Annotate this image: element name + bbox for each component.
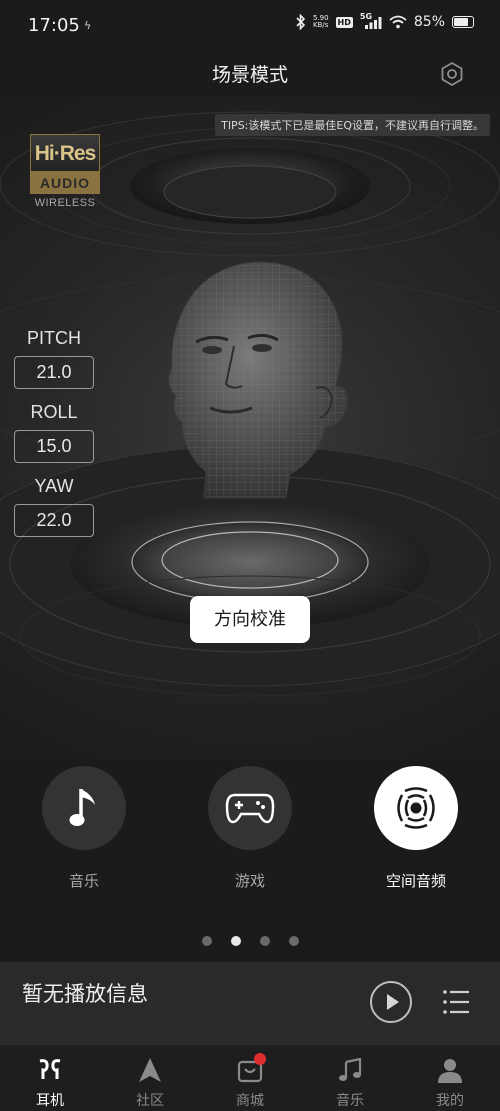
playlist-icon (443, 990, 469, 1014)
status-icons: 5.90 KB/s HD 5G 85% (296, 12, 474, 30)
yaw-group: YAW 22.0 (14, 476, 94, 537)
mode-music-circle[interactable] (42, 766, 126, 850)
net-speed-unit: KB/s (313, 21, 329, 29)
mode-game-label: 游戏 (234, 872, 265, 890)
nav-label-profile: 我的 (436, 1093, 464, 1109)
settings-button[interactable] (438, 60, 466, 88)
hires-logo-bottom: WIRELESS (34, 197, 96, 209)
nav-item-earbuds[interactable]: 耳机 (0, 1053, 100, 1110)
music-note-icon (69, 789, 95, 826)
mode-spatial-audio[interactable]: 空间音频 (374, 766, 458, 891)
play-button[interactable] (370, 981, 412, 1023)
nav-label-music: 音乐 (336, 1093, 364, 1109)
notification-icon: ϟ (84, 19, 92, 32)
hd-badge: HD (335, 16, 353, 28)
screen: 17:05 ϟ 5.90 KB/s HD 5G 85% 场景模式 TIPS:该模… (0, 0, 500, 1111)
header: 场景模式 (0, 52, 500, 96)
hires-logo-top: Hi·Res (30, 134, 100, 172)
tips-banner: TIPS:该模式下已是最佳EQ设置，不建议再自行调整。 (215, 114, 490, 136)
roll-label: ROLL (30, 402, 78, 422)
hires-logo-middle: AUDIO (30, 172, 100, 194)
roll-value: 15.0 (14, 430, 94, 463)
battery-percent: 85% (413, 14, 445, 30)
battery-fill (454, 18, 469, 26)
wifi-icon (389, 15, 407, 29)
store-badge (254, 1053, 266, 1065)
nav-item-store[interactable]: 商城 (200, 1053, 300, 1110)
pager-dot[interactable] (259, 936, 270, 946)
nav-item-profile[interactable]: 我的 (400, 1053, 500, 1110)
scene-modes: 音乐 游戏 空间音频 (0, 766, 500, 896)
mode-music-label: 音乐 (68, 872, 99, 890)
mode-game[interactable]: 游戏 (208, 766, 292, 891)
bluetooth-icon (296, 14, 306, 30)
mode-spatial-audio-circle[interactable] (374, 766, 458, 850)
mini-player[interactable]: 暂无播放信息 (0, 962, 500, 1044)
gamepad-icon (225, 793, 275, 824)
signal-group: 5G (360, 12, 382, 30)
earbuds-icon (39, 1059, 61, 1079)
settings-hexagon-icon (441, 61, 463, 87)
music-icon (339, 1058, 362, 1081)
community-icon (139, 1058, 161, 1082)
pitch-label: PITCH (27, 328, 81, 348)
nav-label-community: 社区 (136, 1093, 164, 1109)
play-icon (387, 994, 399, 1010)
net-speed: 5.90 KB/s (313, 15, 329, 29)
nav-label-store: 商城 (236, 1093, 264, 1109)
bottom-nav: 耳机 社区 商城 音乐 我的 (0, 1044, 500, 1111)
yaw-label: YAW (34, 476, 74, 496)
nav-item-music[interactable]: 音乐 (300, 1053, 400, 1110)
spatial-scene: TIPS:该模式下已是最佳EQ设置，不建议再自行调整。 Hi·Res AUDIO… (0, 96, 500, 760)
nav-item-community[interactable]: 社区 (100, 1053, 200, 1110)
profile-icon (438, 1059, 462, 1083)
spatial-audio-icon (397, 787, 435, 829)
playlist-button[interactable] (442, 989, 470, 1015)
battery-icon (452, 16, 474, 28)
mode-spatial-audio-label: 空间音频 (385, 872, 446, 890)
mode-game-circle[interactable] (208, 766, 292, 850)
hires-audio-logo: Hi·Res AUDIO WIRELESS (30, 134, 100, 218)
player-status-text: 暂无播放信息 (22, 982, 148, 1006)
page-indicator (0, 936, 500, 946)
mode-music[interactable]: 音乐 (42, 766, 126, 891)
pager-dot[interactable] (230, 936, 241, 946)
signal-icon (364, 17, 382, 29)
pager-dot[interactable] (201, 936, 212, 946)
calibrate-direction-button[interactable]: 方向校准 (190, 596, 310, 643)
pitch-group: PITCH 21.0 (14, 328, 94, 389)
page-title: 场景模式 (211, 64, 288, 86)
nav-label-earbuds: 耳机 (36, 1093, 64, 1109)
pager-dot[interactable] (288, 936, 299, 946)
roll-group: ROLL 15.0 (14, 402, 94, 463)
status-time: 17:05 (28, 15, 80, 36)
head-model-image (168, 261, 349, 499)
pitch-value: 21.0 (14, 356, 94, 389)
yaw-value: 22.0 (14, 504, 94, 537)
status-bar: 17:05 ϟ 5.90 KB/s HD 5G 85% (0, 0, 500, 52)
